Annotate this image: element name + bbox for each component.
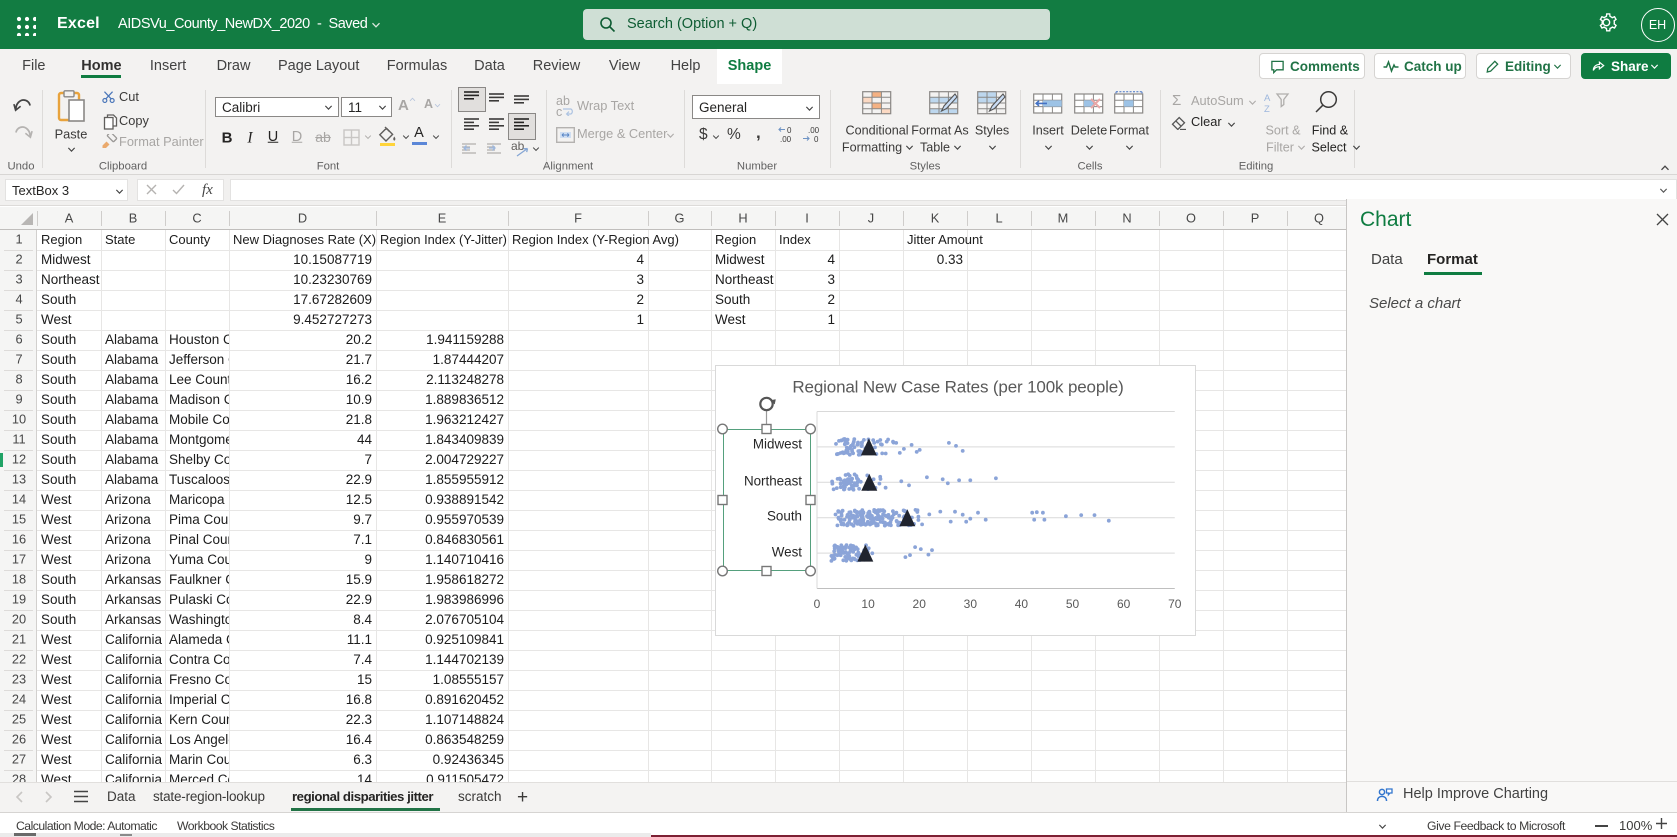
svg-text:A: A (1264, 93, 1271, 104)
svg-text:0: 0 (787, 126, 792, 135)
svg-text:.00: .00 (780, 135, 792, 143)
svg-text:0: 0 (814, 135, 819, 143)
svg-text:Z: Z (1264, 104, 1270, 114)
svg-text:.00: .00 (808, 126, 820, 135)
